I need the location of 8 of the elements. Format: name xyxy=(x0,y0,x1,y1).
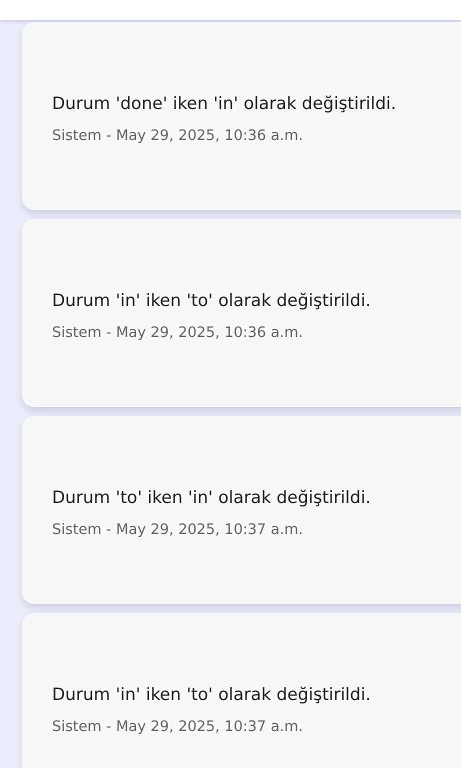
history-meta: Sistem - May 29, 2025, 10:36 a.m. xyxy=(52,126,304,146)
history-message: Durum 'in' iken 'to' olarak değiştirildi. xyxy=(52,684,372,708)
history-message: Durum 'in' iken 'to' olarak değiştirildi. xyxy=(52,290,372,314)
history-meta: Sistem - May 29, 2025, 10:37 a.m. xyxy=(52,520,304,540)
history-message: Durum 'done' iken 'in' olarak değiştirildi. xyxy=(52,93,398,116)
history-message: Durum 'to' iken 'in' olarak değiştirildi. xyxy=(52,487,372,510)
history-meta: Sistem - May 29, 2025, 10:37 a.m. xyxy=(52,718,304,737)
history-meta: Sistem - May 29, 2025, 10:36 a.m. xyxy=(52,324,304,343)
